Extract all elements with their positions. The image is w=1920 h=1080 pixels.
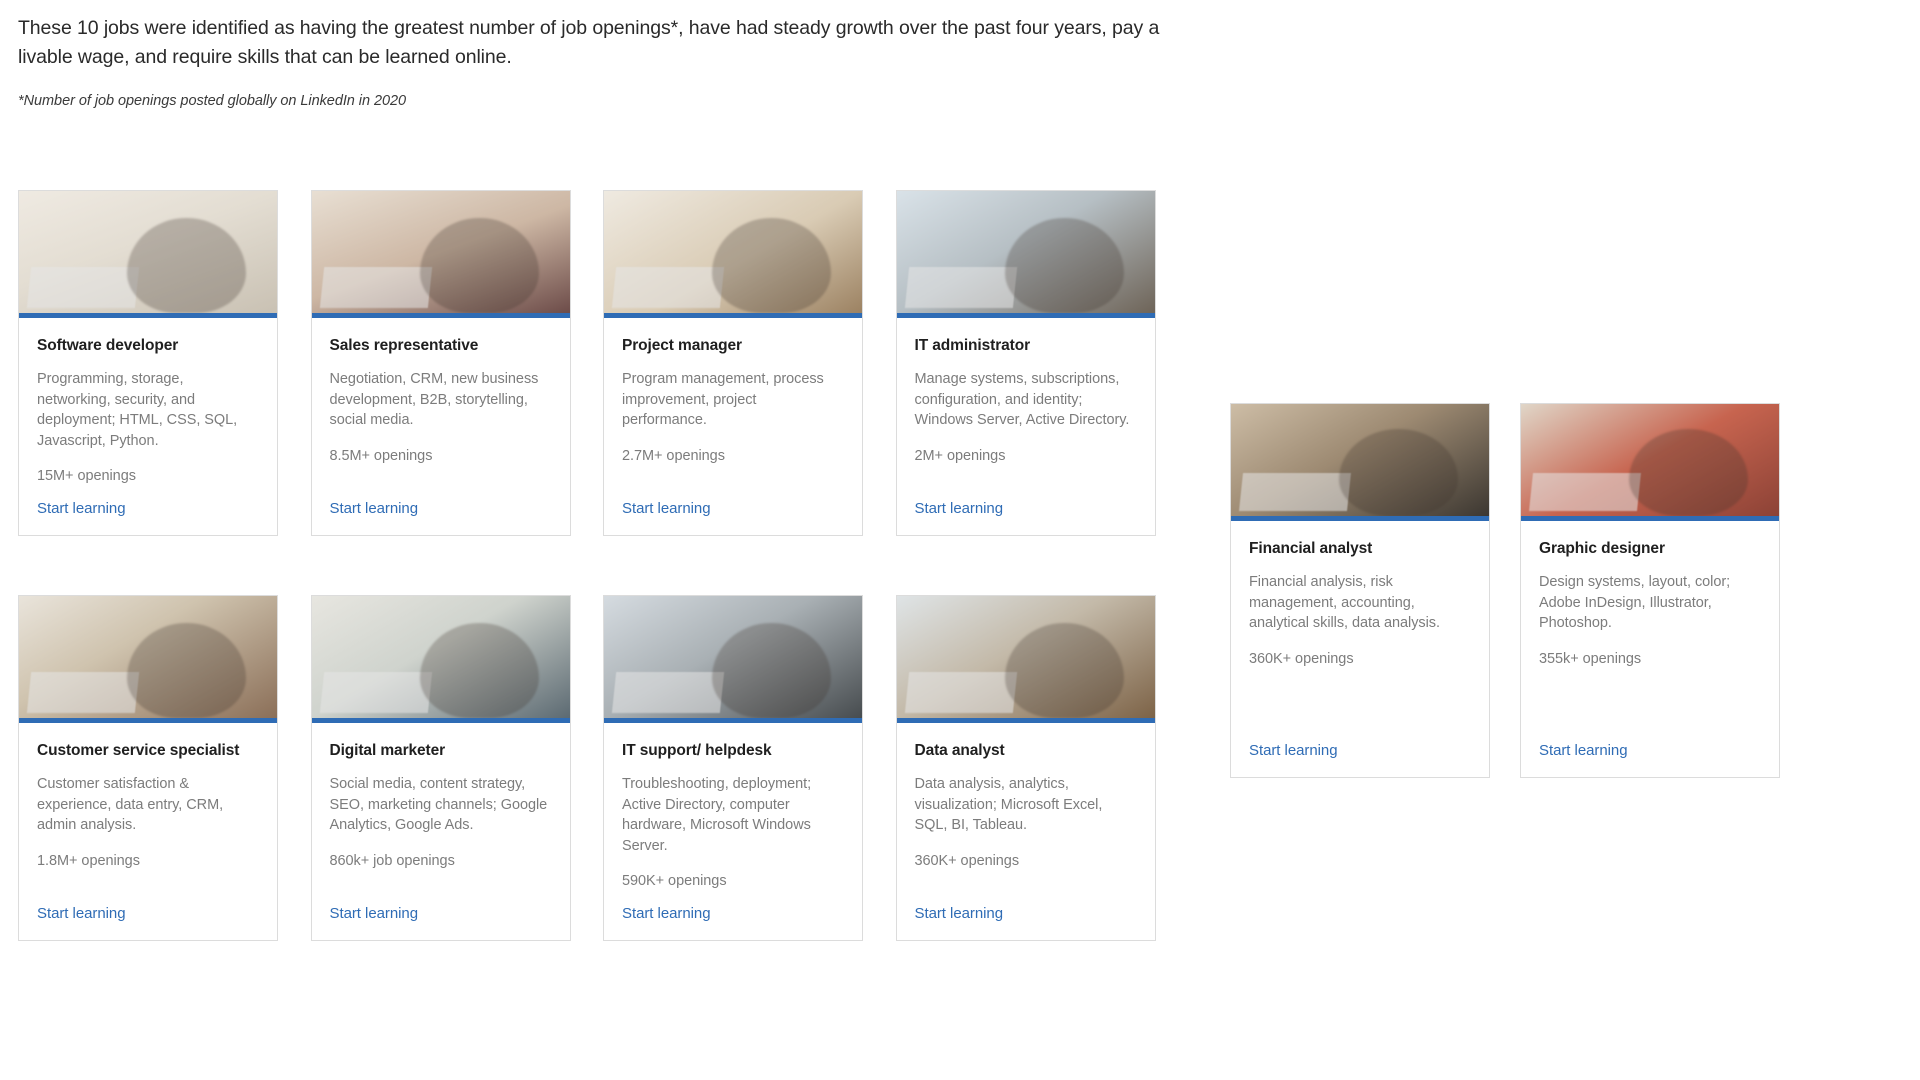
job-card-row-2: Customer service specialist Customer sat… bbox=[18, 595, 1188, 941]
intro-block: These 10 jobs were identified as having … bbox=[18, 14, 1178, 109]
card-body: Software developer Programming, storage,… bbox=[19, 318, 277, 535]
card-photo bbox=[311, 191, 570, 318]
card-title: Project manager bbox=[622, 337, 742, 354]
card-openings-count: 860k+ job openings bbox=[329, 852, 455, 869]
card-openings-count: 360K+ openings bbox=[914, 852, 1020, 869]
card-title: Sales representative bbox=[329, 337, 479, 354]
job-card-it-support-helpdesk[interactable]: IT support/ helpdesk Troubleshooting, de… bbox=[603, 595, 863, 941]
card-description: Customer satisfaction & experience, data… bbox=[37, 776, 224, 833]
card-photo bbox=[604, 596, 862, 723]
card-title: Financial analyst bbox=[1249, 540, 1373, 557]
photo-man-at-desk-by-window bbox=[896, 191, 1155, 313]
photo-woman-with-headset-in-library bbox=[896, 596, 1155, 718]
start-learning-link[interactable]: Start learning bbox=[915, 500, 1137, 535]
card-openings-count: 2.7M+ openings bbox=[622, 447, 725, 464]
job-card-graphic-designer[interactable]: Graphic designer Design systems, layout,… bbox=[1520, 403, 1780, 778]
photo-woman-on-red-sofa-with-laptop bbox=[1521, 404, 1779, 516]
start-learning-link[interactable]: Start learning bbox=[915, 905, 1137, 940]
card-body: Sales representative Negotiation, CRM, n… bbox=[312, 318, 570, 535]
card-description: Program management, process improvement,… bbox=[622, 371, 824, 428]
card-description: Financial analysis, risk management, acc… bbox=[1249, 574, 1440, 631]
card-body: Financial analyst Financial analysis, ri… bbox=[1231, 521, 1489, 777]
card-body: Customer service specialist Customer sat… bbox=[19, 723, 277, 940]
card-photo bbox=[1521, 404, 1779, 521]
start-learning-link[interactable]: Start learning bbox=[330, 905, 552, 940]
job-card-sales-representative[interactable]: Sales representative Negotiation, CRM, n… bbox=[310, 190, 571, 536]
grid-cell: Software developer Programming, storage,… bbox=[18, 190, 311, 536]
card-openings-count: 8.5M+ openings bbox=[329, 447, 433, 464]
job-card-data-analyst[interactable]: Data analyst Data analysis, analytics, v… bbox=[895, 595, 1156, 941]
job-card-digital-marketer[interactable]: Digital marketer Social media, content s… bbox=[310, 595, 571, 941]
start-learning-link[interactable]: Start learning bbox=[622, 905, 844, 940]
card-photo bbox=[19, 191, 277, 318]
card-title: Customer service specialist bbox=[37, 742, 240, 759]
grid-cell: Data analyst Data analysis, analytics, v… bbox=[895, 595, 1189, 941]
grid-cell: Project manager Program management, proc… bbox=[603, 190, 896, 536]
photo-woman-working-at-home bbox=[311, 596, 570, 718]
intro-lead-text: These 10 jobs were identified as having … bbox=[18, 17, 1160, 68]
card-title: Digital marketer bbox=[329, 742, 446, 759]
photo-woman-with-papers-in-shop bbox=[604, 191, 862, 313]
grid-cell: IT administrator Manage systems, subscri… bbox=[895, 190, 1189, 536]
card-openings-count: 590K+ openings bbox=[622, 873, 727, 889]
job-card-project-manager[interactable]: Project manager Program management, proc… bbox=[603, 190, 863, 536]
card-description: Programming, storage, networking, securi… bbox=[37, 371, 238, 449]
secondary-job-card-group: Financial analyst Financial analysis, ri… bbox=[1230, 403, 1780, 778]
photo-man-with-headset-at-monitor bbox=[604, 596, 862, 718]
grid-cell: Digital marketer Social media, content s… bbox=[310, 595, 604, 941]
job-card-financial-analyst[interactable]: Financial analyst Financial analysis, ri… bbox=[1230, 403, 1490, 778]
card-photo bbox=[311, 596, 570, 723]
card-title: Graphic designer bbox=[1539, 540, 1665, 557]
card-openings-count: 360K+ openings bbox=[1249, 650, 1354, 667]
card-description: Manage systems, subscriptions, configura… bbox=[914, 371, 1130, 428]
job-card-grid: Software developer Programming, storage,… bbox=[18, 190, 1188, 941]
card-description: Design systems, layout, color; Adobe InD… bbox=[1539, 574, 1731, 631]
card-body: Project manager Program management, proc… bbox=[604, 318, 862, 535]
job-card-customer-service-specialist[interactable]: Customer service specialist Customer sat… bbox=[18, 595, 278, 941]
card-openings-count: 1.8M+ openings bbox=[37, 852, 140, 869]
card-photo bbox=[896, 596, 1155, 723]
card-description: Data analysis, analytics, visualization;… bbox=[914, 776, 1103, 833]
job-card-software-developer[interactable]: Software developer Programming, storage,… bbox=[18, 190, 278, 536]
job-card-row-1: Software developer Programming, storage,… bbox=[18, 190, 1188, 536]
start-learning-link[interactable]: Start learning bbox=[330, 500, 552, 535]
start-learning-link[interactable]: Start learning bbox=[622, 500, 844, 535]
card-openings-count: 355k+ openings bbox=[1539, 650, 1642, 667]
card-photo bbox=[19, 596, 277, 723]
card-body: Digital marketer Social media, content s… bbox=[312, 723, 570, 940]
photo-man-at-laptop-in-loft-office bbox=[1231, 404, 1489, 516]
photo-man-on-phone-at-desk bbox=[311, 191, 570, 313]
card-openings-count: 15M+ openings bbox=[37, 468, 136, 484]
card-body: IT administrator Manage systems, subscri… bbox=[897, 318, 1155, 535]
grid-cell: Customer service specialist Customer sat… bbox=[18, 595, 311, 941]
card-description: Negotiation, CRM, new business developme… bbox=[329, 371, 539, 428]
photo-woman-smiling-at-laptop bbox=[19, 596, 277, 718]
card-description: Social media, content strategy, SEO, mar… bbox=[329, 776, 548, 833]
job-card-it-administrator[interactable]: IT administrator Manage systems, subscri… bbox=[895, 190, 1156, 536]
card-title: Data analyst bbox=[914, 742, 1005, 759]
intro-footnote: *Number of job openings posted globally … bbox=[18, 93, 407, 109]
start-learning-link[interactable]: Start learning bbox=[1249, 742, 1471, 777]
photo-woman-at-laptop-office bbox=[19, 191, 277, 313]
card-title: IT administrator bbox=[914, 337, 1031, 354]
grid-cell: Sales representative Negotiation, CRM, n… bbox=[310, 190, 604, 536]
card-body: Data analyst Data analysis, analytics, v… bbox=[897, 723, 1155, 940]
card-photo bbox=[604, 191, 862, 318]
card-description: Troubleshooting, deployment; Active Dire… bbox=[622, 776, 812, 854]
card-photo bbox=[896, 191, 1155, 318]
card-body: Graphic designer Design systems, layout,… bbox=[1521, 521, 1779, 777]
start-learning-link[interactable]: Start learning bbox=[1539, 742, 1761, 777]
card-body: IT support/ helpdesk Troubleshooting, de… bbox=[604, 723, 862, 940]
start-learning-link[interactable]: Start learning bbox=[37, 905, 259, 940]
grid-cell: IT support/ helpdesk Troubleshooting, de… bbox=[603, 595, 896, 941]
card-title: IT support/ helpdesk bbox=[622, 742, 772, 759]
card-title: Software developer bbox=[37, 337, 179, 354]
card-photo bbox=[1231, 404, 1489, 521]
start-learning-link[interactable]: Start learning bbox=[37, 500, 259, 535]
card-openings-count: 2M+ openings bbox=[914, 447, 1006, 464]
